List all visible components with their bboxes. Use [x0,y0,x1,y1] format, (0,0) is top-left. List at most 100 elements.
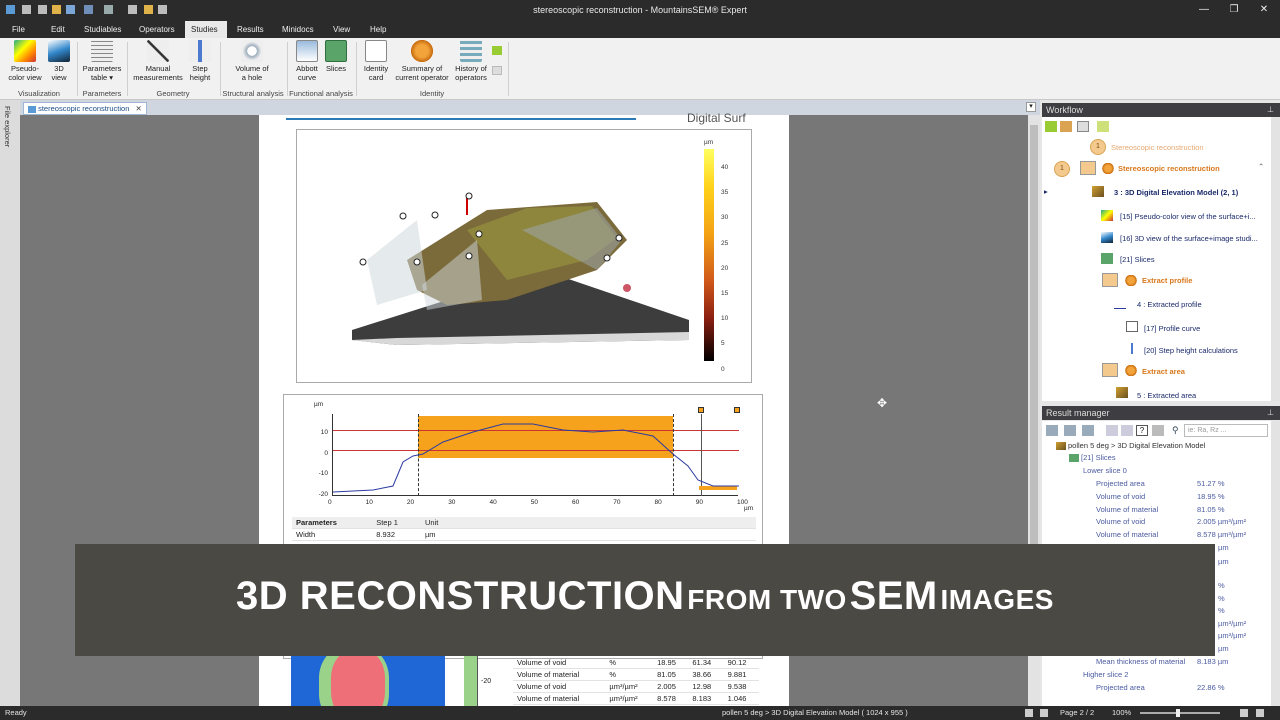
colorbar-tick: 30 [721,214,729,222]
result-value: 22.86 % [1197,683,1225,692]
search-input[interactable]: ie: Ra, Rz ... [1184,424,1268,437]
3d-view-button[interactable]: 3D view [46,40,72,82]
pseudo-color-view-button[interactable]: Pseudo- color view [6,40,44,82]
pin-icon[interactable]: ⊥ [1267,406,1274,420]
workflow-tool-icon[interactable] [1077,121,1089,132]
result-name[interactable]: Mean thickness of material [1096,657,1185,666]
button-label: History of [455,64,487,73]
tab-stereoscopic-reconstruction[interactable]: stereoscopic reconstruction ✕ [23,102,147,115]
result-path[interactable]: pollen 5 deg > 3D Digital Elevation Mode… [1068,441,1205,450]
x-tick: 70 [613,499,621,506]
menu-operators[interactable]: Operators [133,21,181,38]
result-subgroup[interactable]: Higher slice 2 [1083,670,1128,679]
workflow-item[interactable]: [16] 3D view of the surface+image studi.… [1120,234,1258,243]
result-group[interactable]: [21] Slices [1081,453,1116,462]
step-height-button[interactable]: Step height [186,40,214,82]
minimize-icon[interactable]: — [1196,3,1212,17]
3d-view-frame[interactable]: µm 40 35 30 25 20 15 10 5 0 [296,129,752,383]
workflow-tool-icon[interactable] [1097,121,1109,132]
menu-help[interactable]: Help [364,21,392,38]
small-action-icon[interactable] [492,46,502,55]
menu-edit[interactable]: Edit [45,21,71,38]
collapse-icon[interactable]: ⌃ [1258,162,1264,171]
parameters-table-button[interactable]: Parameters table ▾ [80,40,124,82]
expand-arrow-icon[interactable]: ▸ [1044,187,1048,196]
collapse-all-icon[interactable] [1121,425,1133,436]
table-cell: Width [292,528,373,541]
result-name[interactable]: Projected area [1096,479,1145,488]
workflow-item[interactable]: [17] Profile curve [1144,324,1200,333]
result-value: 8.183 µm [1197,657,1229,666]
workflow-item[interactable]: 5 : Extracted area [1137,391,1196,400]
history-operators-button[interactable]: History of operators [452,40,490,82]
result-subgroup[interactable]: Lower slice 0 [1083,466,1127,475]
identity-card-button[interactable]: Identity card [360,40,392,82]
result-name[interactable]: Volume of material [1096,505,1158,514]
fit-page-icon[interactable] [1240,709,1248,717]
pin-icon[interactable]: ⊥ [1267,103,1274,117]
menu-studiables[interactable]: Studiables [78,21,127,38]
volume-of-hole-button[interactable]: Volume of a hole [226,40,278,82]
cursor-handle-icon[interactable] [698,407,704,413]
help-icon[interactable]: ? [1136,425,1148,436]
maximize-icon[interactable]: ❐ [1226,3,1242,17]
profile-x-ticks: 0 10 20 30 40 50 60 70 80 90 100 [328,499,748,506]
cursor-handle-icon[interactable] [734,407,740,413]
menu-studies[interactable]: Studies [185,21,227,38]
group-icon[interactable] [1082,425,1094,436]
doc-dropdown-icon[interactable]: ▾ [1026,102,1036,112]
workflow-item[interactable]: [21] Slices [1120,255,1155,264]
result-name[interactable]: Volume of void [1096,492,1145,501]
file-explorer-label[interactable]: File explorer [3,106,12,147]
workflow-tool-icon[interactable] [1045,121,1057,132]
surface-icon [1056,442,1066,450]
step-number-badge: 1 [1054,161,1070,177]
result-name[interactable]: Projected area [1096,683,1145,692]
workflow-scrollbar[interactable] [1271,117,1280,401]
table-cell: Volume of void [513,657,606,669]
workflow-tool-icon[interactable] [1060,121,1072,132]
group-separator [77,42,78,96]
volume-hole-icon [241,40,263,62]
workflow-item[interactable]: Stereoscopic reconstruction [1118,164,1220,173]
menu-results[interactable]: Results [231,21,270,38]
result-manager-title: Result manager [1046,408,1110,418]
workflow-item[interactable]: 3 : 3D Digital Elevation Model (2, 1) [1114,188,1238,197]
view-icon[interactable] [1040,709,1048,717]
view-icon[interactable] [1025,709,1033,717]
workflow-item[interactable]: [15] Pseudo-color view of the surface+i.… [1120,212,1256,221]
workflow-item[interactable]: [20] Step height calculations [1144,346,1238,355]
workflow-item[interactable]: Stereoscopic reconstruction [1111,143,1204,152]
close-window-icon[interactable]: ✕ [1256,3,1272,17]
slices-button[interactable]: Slices [322,40,350,73]
file-explorer-strip[interactable]: File explorer [0,100,20,706]
menu-bar: File Edit Studiables Operators Studies R… [0,21,1280,38]
workflow-item[interactable]: Extract profile [1142,276,1192,285]
scrollbar-thumb[interactable] [1030,125,1038,545]
table-cell: 8.932 [372,528,421,541]
sort-icon[interactable] [1046,425,1058,436]
toggle-icon[interactable] [1152,425,1164,436]
expand-all-icon[interactable] [1106,425,1118,436]
result-name[interactable]: Volume of void [1096,517,1145,526]
slices-icon [325,40,347,62]
summary-operator-button[interactable]: Summary of current operator [392,40,452,82]
menu-minidocs[interactable]: Minidocs [276,21,320,38]
workflow-item[interactable]: 4 : Extracted profile [1137,300,1202,309]
close-tab-icon[interactable]: ✕ [135,104,141,113]
filter-icon[interactable] [1064,425,1076,436]
fit-width-icon[interactable] [1256,709,1264,717]
table-cell: % [605,668,654,681]
menu-view[interactable]: View [327,21,356,38]
zoom-slider[interactable] [1140,712,1220,714]
zoom-slider-thumb[interactable] [1176,709,1180,717]
menu-file[interactable]: File [6,21,31,38]
y-tick: -10 [318,470,328,477]
colorbar-tick: 25 [721,239,729,247]
workflow-item[interactable]: Extract area [1142,367,1185,376]
result-scrollbar[interactable] [1271,421,1280,706]
manual-measurements-button[interactable]: Manual measurements [130,40,186,82]
abbott-curve-button[interactable]: Abbott curve [292,40,322,82]
result-value: 81.05 % [1197,505,1225,514]
result-name[interactable]: Volume of material [1096,530,1158,539]
